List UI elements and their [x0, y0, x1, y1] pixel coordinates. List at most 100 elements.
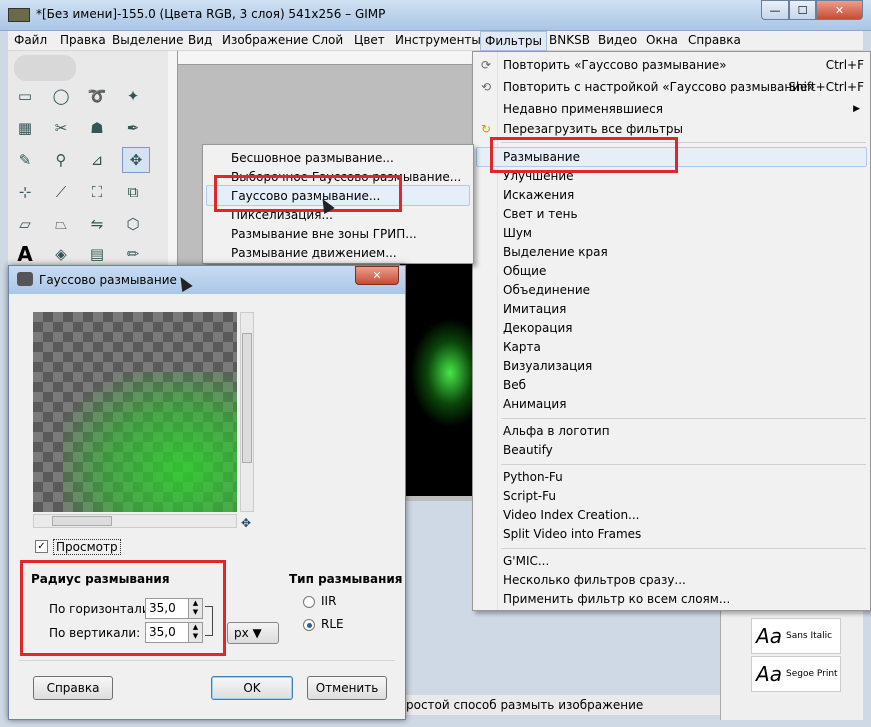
font-item[interactable]: Aa Segoe Print — [751, 656, 841, 692]
fuzzy-select-icon[interactable]: ✦ — [122, 85, 144, 107]
menu-artistic[interactable]: Имитация — [503, 300, 566, 319]
menu-script-fu[interactable]: Script-Fu — [503, 487, 556, 506]
menu-tools[interactable]: Инструменты — [395, 33, 481, 47]
menu-map[interactable]: Карта — [503, 338, 541, 357]
font-item[interactable]: Aa Sans Italic — [751, 618, 841, 654]
submenu-tileable-blur[interactable]: Бесшовное размывание... — [231, 149, 394, 168]
navigate-icon[interactable]: ✥ — [241, 516, 251, 530]
menu-gmic[interactable]: G'MIC... — [503, 552, 549, 571]
radio-rle[interactable] — [303, 619, 315, 631]
rect-select-icon[interactable]: ▭ — [14, 85, 36, 107]
preview-horizontal-scrollbar[interactable] — [33, 514, 237, 528]
free-select-icon[interactable]: ➰ — [86, 85, 108, 107]
ok-button[interactable]: OK — [211, 676, 293, 700]
menu-filters[interactable]: Фильтры — [480, 31, 547, 51]
menu-bnksb[interactable]: BNKSB — [549, 33, 590, 47]
color-picker-icon[interactable]: ✎ — [14, 149, 36, 171]
menu-select[interactable]: Выделение — [112, 33, 183, 47]
menu-video-index[interactable]: Video Index Creation... — [503, 506, 640, 525]
font-sample: Aa — [756, 662, 782, 686]
menu-windows[interactable]: Окна — [646, 33, 678, 47]
cage-icon[interactable]: ⬡ — [122, 213, 144, 235]
crop-icon[interactable]: ⛶ — [86, 181, 108, 203]
window-title: *[Без имени]-155.0 (Цвета RGB, 3 слоя) 5… — [36, 7, 386, 21]
unit-selector[interactable]: px ▼ — [227, 622, 279, 644]
maximize-button[interactable]: ☐ — [789, 0, 816, 20]
move-tool-icon[interactable]: ✥ — [122, 147, 150, 173]
blur-preview[interactable] — [33, 312, 237, 512]
menu-layer[interactable]: Слой — [312, 33, 343, 47]
align-icon[interactable]: ⊹ — [14, 181, 36, 203]
menu-recent-filters[interactable]: Недавно применявшиеся — [503, 100, 663, 119]
image-canvas[interactable] — [400, 238, 473, 496]
preview-vertical-scrollbar[interactable] — [240, 312, 254, 512]
menu-separator — [501, 464, 866, 465]
highlight-box-gaussian — [214, 175, 402, 212]
transform-icon[interactable]: ⟋ — [50, 181, 72, 203]
menu-combine[interactable]: Объединение — [503, 281, 590, 300]
foreground-select-icon[interactable]: ☗ — [86, 117, 108, 139]
horizontal-ruler[interactable] — [178, 51, 473, 65]
menu-separator — [501, 418, 866, 419]
menu-repeat-filter[interactable]: Повторить «Гауссово размывание» — [503, 56, 727, 75]
menu-video[interactable]: Видео — [598, 33, 637, 47]
shear-icon[interactable]: ▱ — [14, 213, 36, 235]
menu-generic[interactable]: Общие — [503, 262, 546, 281]
scale-icon[interactable]: ⧉ — [122, 181, 144, 203]
menu-view[interactable]: Вид — [188, 33, 212, 47]
minimize-button[interactable]: — — [761, 0, 789, 20]
paths-icon[interactable]: ✒ — [122, 117, 144, 139]
radio-iir-label[interactable]: IIR — [321, 594, 336, 608]
text-tool-icon[interactable]: A — [14, 242, 36, 266]
zoom-icon[interactable]: ⚲ — [50, 149, 72, 171]
gradient-icon[interactable]: ▤ — [86, 243, 108, 265]
ellipse-select-icon[interactable]: ◯ — [50, 85, 72, 107]
submenu-focus-blur[interactable]: Размывание вне зоны ГРИП... — [231, 225, 417, 244]
measure-icon[interactable]: ⊿ — [86, 149, 108, 171]
dialog-close-button[interactable]: ✕ — [355, 266, 399, 285]
help-button[interactable]: Справка — [33, 676, 113, 700]
dialog-titlebar: Гауссово размывание ✕ — [9, 266, 405, 294]
preview-checkbox[interactable]: ✓ — [35, 540, 48, 553]
wilber-logo — [14, 55, 76, 81]
menu-apply-all-layers[interactable]: Применить фильтр ко всем слоям... — [503, 590, 730, 609]
menu-split-video[interactable]: Split Video into Frames — [503, 525, 641, 544]
bucket-fill-icon[interactable]: ◈ — [50, 243, 72, 265]
unit-value: px — [234, 626, 249, 640]
select-by-color-icon[interactable]: ▦ — [14, 117, 36, 139]
menu-edit[interactable]: Правка — [60, 33, 106, 47]
radio-iir[interactable] — [303, 596, 315, 608]
gimp-dialog-icon — [17, 272, 33, 286]
close-window-button[interactable]: ✕ — [816, 0, 863, 20]
flip-icon[interactable]: ⇋ — [86, 213, 108, 235]
menu-file[interactable]: Файл — [14, 33, 47, 47]
menu-image[interactable]: Изображение — [222, 33, 308, 47]
perspective-icon[interactable]: ⏢ — [50, 213, 72, 235]
scissors-icon[interactable]: ✂ — [50, 117, 72, 139]
highlight-box-radius — [20, 560, 226, 656]
menu-light-shadow[interactable]: Свет и тень — [503, 205, 578, 224]
radio-rle-label[interactable]: RLE — [321, 617, 344, 631]
submenu-motion-blur[interactable]: Размывание движением... — [231, 244, 397, 263]
menu-reshow-filter[interactable]: Повторить с настройкой «Гауссово размыва… — [503, 78, 815, 97]
menu-distorts[interactable]: Искажения — [503, 186, 574, 205]
scroll-thumb[interactable] — [52, 516, 112, 526]
menu-noise[interactable]: Шум — [503, 224, 532, 243]
font-sample: Aa — [756, 624, 782, 648]
preview-label[interactable]: Просмотр — [53, 539, 121, 555]
menu-render[interactable]: Визуализация — [503, 357, 592, 376]
menu-beautify[interactable]: Beautify — [503, 441, 553, 460]
cancel-button[interactable]: Отменить — [307, 676, 387, 700]
menu-decor[interactable]: Декорация — [503, 319, 573, 338]
menu-batch-filters[interactable]: Несколько фильтров сразу... — [503, 571, 686, 590]
toolbox: ▭ ◯ ➰ ✦ ▦ ✂ ☗ ✒ ✎ ⚲ ⊿ ✥ ⊹ ⟋ ⛶ ⧉ ▱ ⏢ ⇋ ⬡ … — [8, 51, 168, 271]
menu-colors[interactable]: Цвет — [354, 33, 385, 47]
scroll-thumb[interactable] — [242, 333, 252, 463]
menu-help[interactable]: Справка — [688, 33, 741, 47]
pencil-icon[interactable]: ✏ — [122, 243, 144, 265]
menu-edge-detect[interactable]: Выделение края — [503, 243, 608, 262]
menu-web[interactable]: Веб — [503, 376, 526, 395]
menu-animation[interactable]: Анимация — [503, 395, 566, 414]
menu-python-fu[interactable]: Python-Fu — [503, 468, 563, 487]
menu-alpha-to-logo[interactable]: Альфа в логотип — [503, 422, 610, 441]
